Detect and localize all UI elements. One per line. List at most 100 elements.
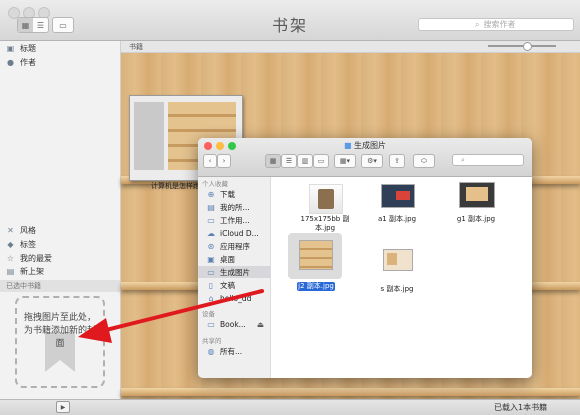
finder-section-shared: 共享的 — [202, 337, 222, 345]
finder-window-title: ■ 生成图片 — [198, 140, 532, 151]
apps-icon: ⊛ — [207, 241, 215, 251]
finder-sidebar-label: 应用程序 — [220, 241, 250, 251]
finder-sidebar-item-applications[interactable]: ⊛ 应用程序 — [198, 240, 270, 252]
search-input[interactable]: ⌕ 搜索作者 — [418, 18, 574, 31]
grid-view-icon: ▦ — [269, 157, 277, 165]
finder-window: ■ 生成图片 ‹ › ▦ ☰ ▥ ▭ ▦▾ ⚙▾ ⇪ ⬭ ⌕ 个人收藏 ⊕ 下载 … — [198, 138, 532, 378]
finder-search-input[interactable]: ⌕ — [452, 154, 524, 166]
files-icon: ▤ — [207, 202, 215, 212]
finder-title-text: 生成图片 — [354, 141, 387, 150]
finder-sidebar-label: 生成图片 — [220, 267, 250, 277]
folder-icon: ▭ — [207, 267, 215, 277]
finder-section-devices: 设备 — [202, 310, 215, 318]
file-thumbnail[interactable] — [459, 182, 495, 208]
back-button[interactable]: ‹ — [203, 154, 217, 168]
list-view-icon: ☰ — [285, 157, 293, 165]
action-button[interactable]: ⚙▾ — [361, 154, 383, 168]
finder-sidebar-label: 下载 — [220, 189, 235, 199]
sidebar-item-label: 标题 — [20, 43, 36, 53]
person-icon: ● — [7, 57, 14, 67]
finder-sidebar-label: Book... — [220, 319, 246, 329]
list-view-button[interactable]: ☰ — [281, 154, 297, 168]
sidebar-item-author[interactable]: ● 作者 — [6, 56, 36, 68]
file-thumbnail[interactable] — [309, 184, 343, 214]
finder-sidebar-item-all-files[interactable]: ▤ 我的所... — [198, 201, 270, 213]
sidebar-item-label: 作者 — [20, 57, 36, 67]
finder-sidebar-item-work[interactable]: ▭ 工作用... — [198, 214, 270, 226]
finder-sidebar-item-home[interactable]: ⌂ hello_dd — [198, 292, 270, 304]
file-name[interactable]: g1 副本.jpg — [443, 215, 509, 224]
sidebar-item-label: 新上架 — [20, 266, 44, 276]
finder-sidebar-label: 桌面 — [220, 254, 235, 264]
sidebar-item-genre[interactable]: ✕ 风格 — [6, 224, 36, 236]
column-header-books[interactable]: 书籍 — [129, 42, 143, 52]
file-thumbnail-selected[interactable] — [299, 240, 333, 270]
finder-sidebar-label: iCloud D... — [220, 228, 259, 238]
gallery-view-button[interactable]: ▭ — [313, 154, 329, 168]
finder-sidebar-item-documents[interactable]: ▯ 文稿 — [198, 279, 270, 291]
tag-button[interactable]: ⬭ — [413, 154, 435, 168]
zoom-slider-track[interactable] — [488, 45, 556, 47]
finder-section-favorites: 个人收藏 — [202, 180, 228, 188]
file-name-selected[interactable]: j2 副本.jpg — [297, 282, 335, 291]
tools-icon: ✕ — [7, 225, 14, 235]
document-icon: ▯ — [208, 280, 214, 290]
image-preview-icon — [387, 253, 397, 265]
sidebar-item-new-arrivals[interactable]: ▤ 新上架 — [6, 265, 44, 277]
home-icon: ⌂ — [208, 293, 214, 303]
file-name[interactable]: s 副本.jpg — [367, 285, 427, 294]
arrange-icon: ▦▾ — [339, 157, 351, 165]
finder-sidebar-item-icloud[interactable]: ☁ iCloud D... — [198, 227, 270, 239]
bottom-bar — [0, 399, 580, 415]
sidebar-item-tags[interactable]: ◆ 标签 — [6, 238, 36, 250]
eject-icon[interactable]: ⏏ — [257, 320, 264, 329]
zoom-slider-knob[interactable] — [523, 42, 532, 51]
book-cover-thumb-sidebar — [134, 102, 164, 170]
chevron-right-icon: › — [222, 157, 226, 165]
sidebar-item-title[interactable]: ▣ 标题 — [6, 42, 36, 54]
finder-sidebar-label: 所有... — [220, 346, 243, 356]
folder-icon: ■ — [343, 141, 352, 150]
sidebar-item-label: 标签 — [20, 239, 36, 249]
share-button[interactable]: ⇪ — [389, 154, 405, 168]
cloud-icon: ☁ — [207, 228, 215, 238]
tag-icon: ⬭ — [421, 156, 427, 165]
chevron-left-icon: ‹ — [208, 157, 212, 165]
finder-sidebar-label: hello_dd — [220, 293, 252, 303]
file-name[interactable]: a1 副本.jpg — [365, 215, 429, 224]
sidebar-item-favorites[interactable]: ☆ 我的最爱 — [6, 252, 52, 264]
finder-sidebar-label: 我的所... — [220, 202, 250, 212]
column-header-bar: 书籍 — [121, 41, 580, 53]
finder-sidebar-item-downloads[interactable]: ⊕ 下载 — [198, 188, 270, 200]
sidebar-item-label: 我的最爱 — [20, 253, 52, 263]
finder-sidebar-item-shared-all[interactable]: ◍ 所有... — [198, 345, 270, 357]
forward-button[interactable]: › — [217, 154, 231, 168]
finder-sidebar-item-generated-images[interactable]: ▭ 生成图片 — [198, 266, 270, 278]
file-name[interactable]: 175x175bb 副本.jpg — [293, 215, 357, 233]
share-icon: ⇪ — [394, 157, 400, 165]
search-icon: ⌕ — [475, 19, 480, 29]
status-text: 已载入1本书籍 — [494, 403, 548, 412]
file-thumbnail[interactable] — [381, 184, 415, 208]
search-placeholder: 搜索作者 — [483, 20, 516, 29]
download-icon: ⊕ — [207, 189, 215, 199]
play-icon[interactable]: ▶ — [56, 401, 70, 413]
icon-view-button[interactable]: ▦ — [265, 154, 281, 168]
star-icon: ☆ — [6, 253, 15, 263]
folder-icon: ▭ — [207, 215, 215, 225]
image-preview-icon — [396, 191, 410, 200]
column-view-button[interactable]: ▥ — [297, 154, 313, 168]
finder-sidebar-item-device[interactable]: ▭ Book... ⏏ — [198, 318, 270, 330]
disk-icon: ▭ — [207, 319, 215, 329]
shelf-plank — [121, 388, 580, 396]
new-book-icon: ▤ — [6, 266, 15, 276]
search-icon: ⌕ — [461, 155, 465, 164]
arrange-button[interactable]: ▦▾ — [334, 154, 356, 168]
sidebar-item-label: 风格 — [20, 225, 36, 235]
network-icon: ◍ — [207, 346, 215, 356]
image-preview-icon — [466, 187, 488, 201]
gear-icon: ⚙▾ — [367, 157, 377, 165]
file-thumbnail[interactable] — [383, 249, 413, 271]
selected-books-header: 已选中书籍 — [0, 280, 120, 292]
finder-sidebar-item-desktop[interactable]: ▣ 桌面 — [198, 253, 270, 265]
